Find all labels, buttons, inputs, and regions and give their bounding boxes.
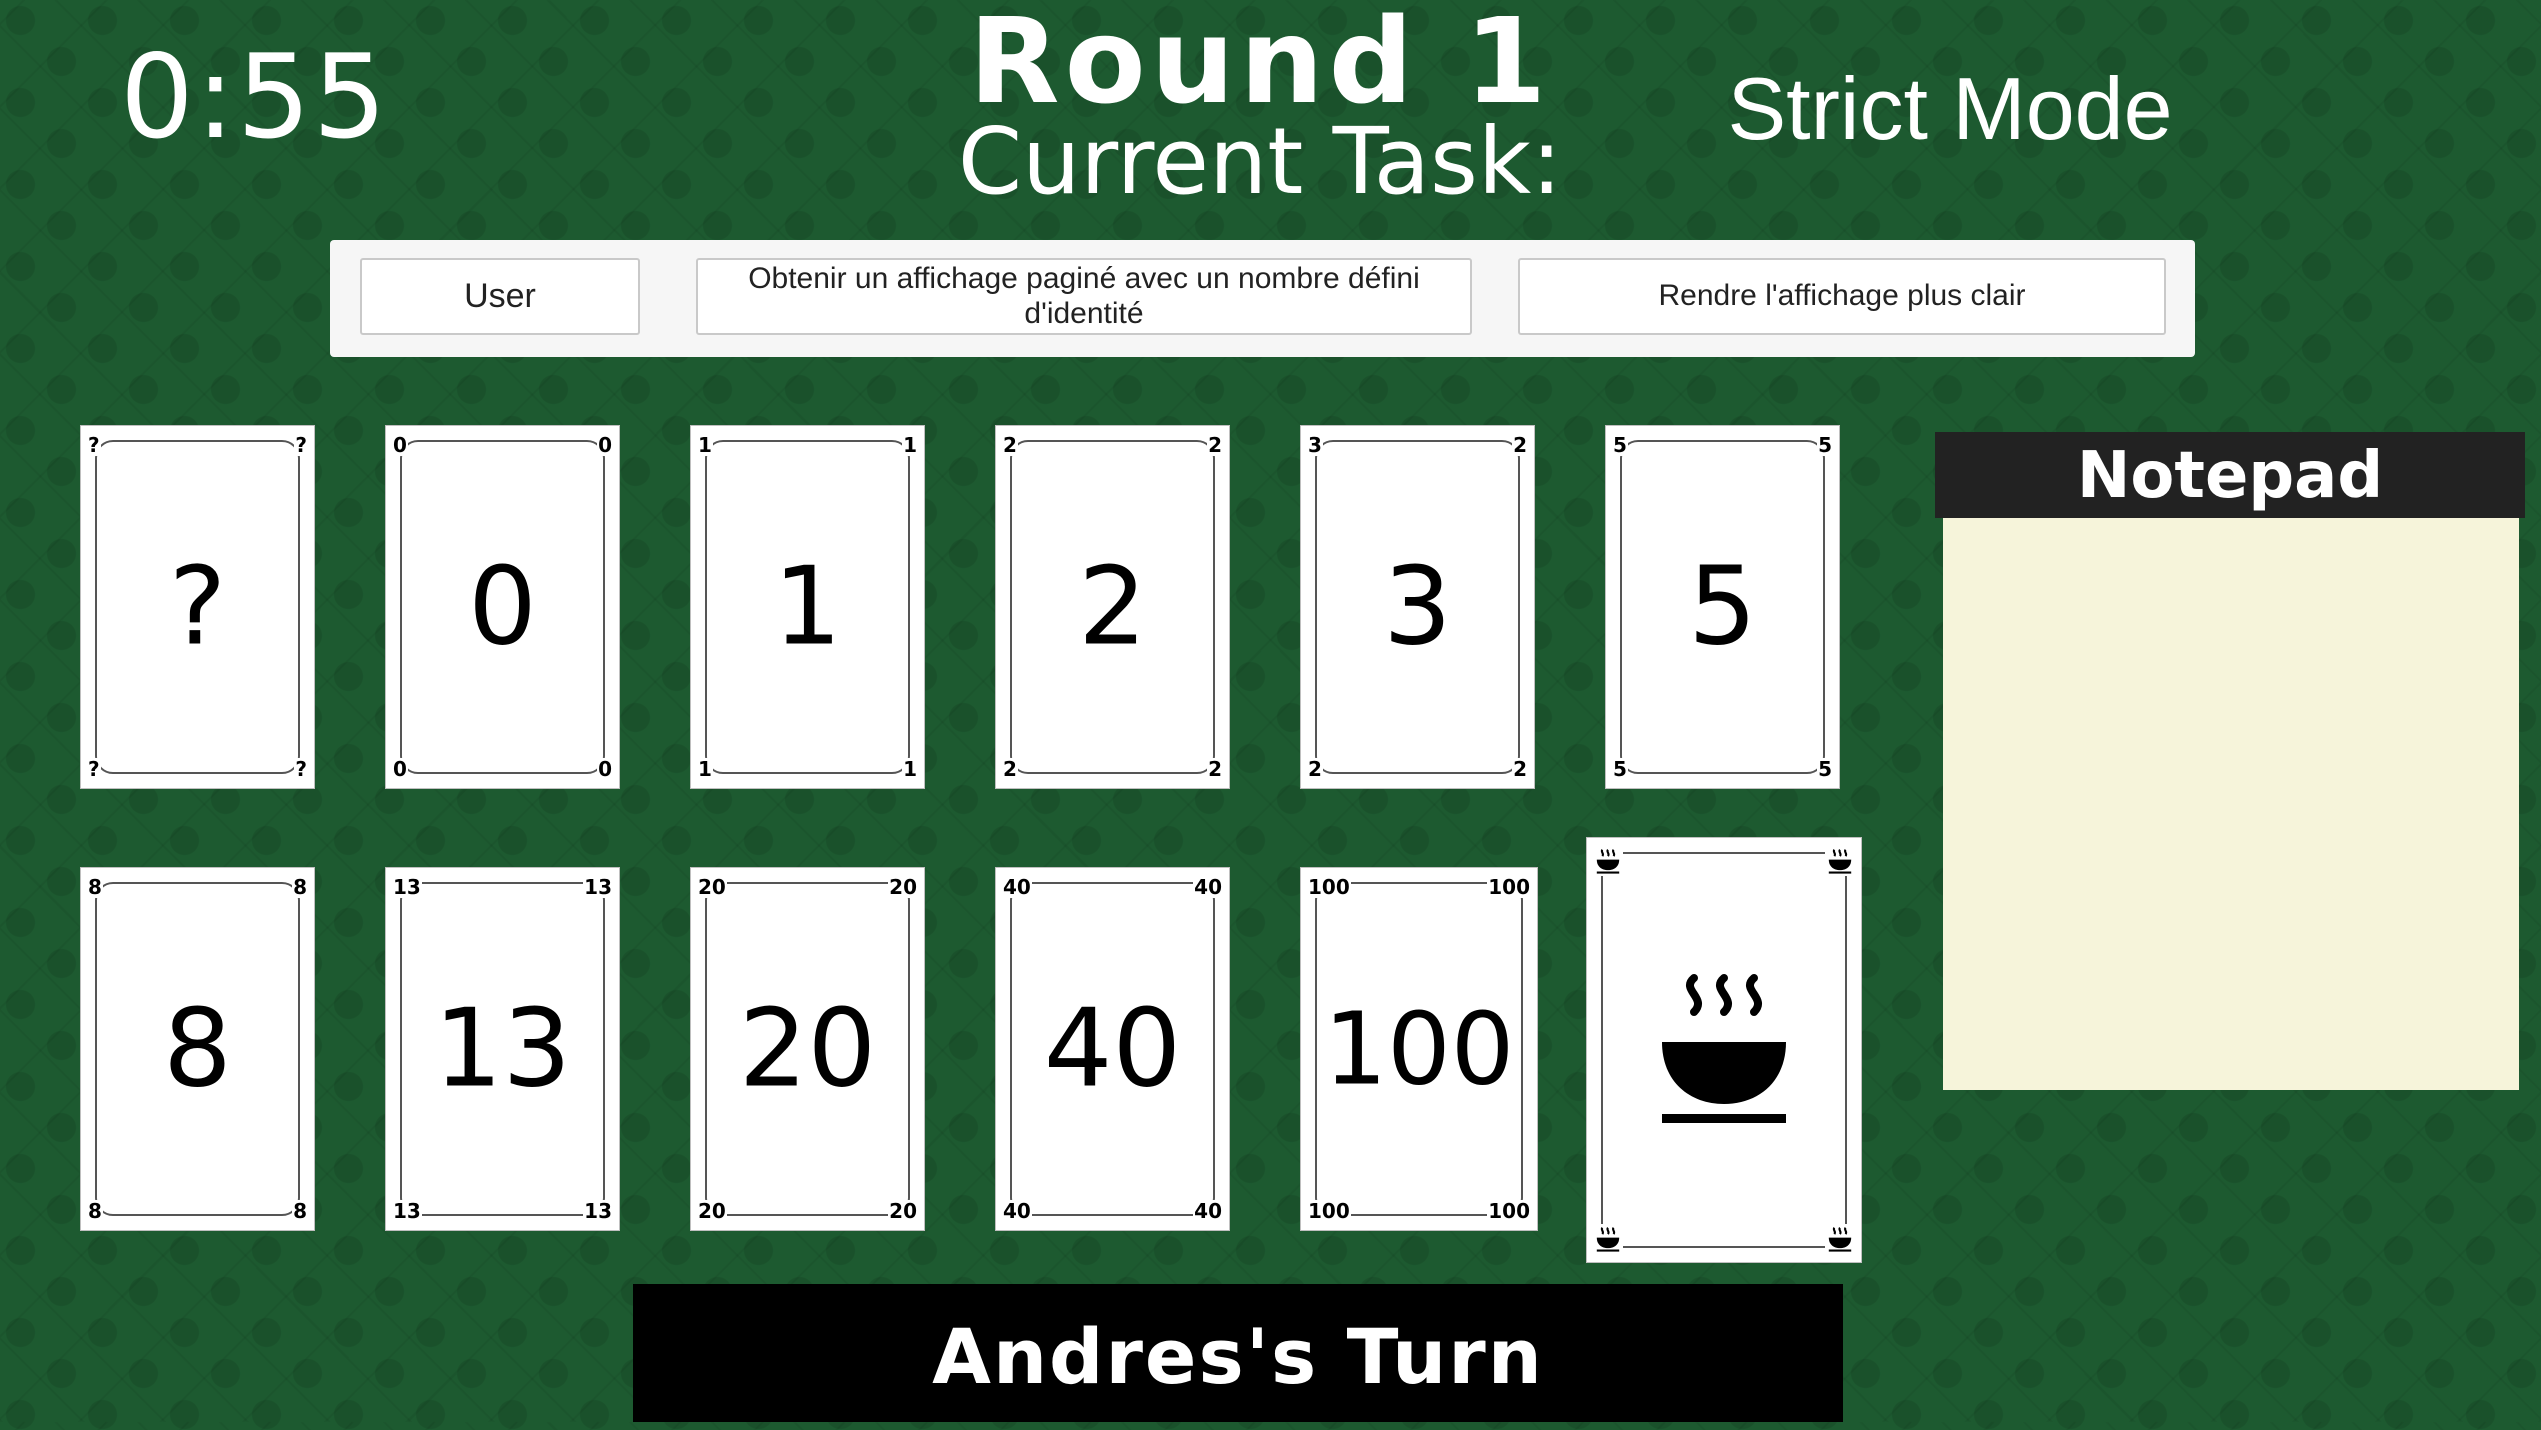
card-value: 2 [1078, 544, 1147, 670]
card-corner: 2 [1512, 433, 1528, 457]
task-description-field: Obtenir un affichage paginé avec un nomb… [696, 258, 1472, 335]
card-13[interactable]: 13 13 13 13 13 [385, 867, 620, 1231]
coffee-cup-icon [1593, 1224, 1623, 1254]
card-corner: 13 [392, 1199, 422, 1223]
card-corner: 2 [1207, 757, 1223, 781]
card-corner: ? [87, 757, 101, 781]
task-user-field: User [360, 258, 640, 335]
card-coffee-break[interactable] [1586, 837, 1862, 1263]
card-value: 5 [1688, 544, 1757, 670]
card-5[interactable]: 5 5 5 5 5 [1605, 425, 1840, 789]
card-question[interactable]: ? ? ? ? ? [80, 425, 315, 789]
card-value: 0 [468, 544, 537, 670]
card-corner: ? [87, 433, 101, 457]
card-value: 1 [773, 544, 842, 670]
card-value: 100 [1323, 990, 1515, 1108]
card-corner: 100 [1487, 875, 1531, 899]
card-corner: 1 [902, 757, 918, 781]
card-corner: 3 [1307, 433, 1323, 457]
coffee-cup-icon [1825, 1224, 1855, 1254]
notepad-title: Notepad [1935, 432, 2525, 518]
card-value: ? [168, 544, 227, 670]
task-goal-field: Rendre l'affichage plus clair [1518, 258, 2166, 335]
card-corner: 0 [597, 433, 613, 457]
card-corner: 100 [1307, 875, 1351, 899]
card-100[interactable]: 100 100 100 100 100 [1300, 867, 1538, 1231]
card-value: 20 [738, 986, 877, 1112]
task-bar: User Obtenir un affichage paginé avec un… [330, 240, 2195, 357]
card-corner: 2 [1207, 433, 1223, 457]
card-corner: 0 [597, 757, 613, 781]
coffee-cup-icon [1825, 846, 1855, 876]
card-corner: ? [294, 757, 308, 781]
current-task-label: Current Task: [957, 108, 1563, 215]
card-corner: 0 [392, 757, 408, 781]
coffee-cup-icon [1587, 970, 1861, 1130]
card-3[interactable]: 3 2 2 2 3 [1300, 425, 1535, 789]
card-corner: 2 [1002, 757, 1018, 781]
card-corner: 1 [697, 757, 713, 781]
card-corner: 5 [1612, 757, 1628, 781]
mode-label: Strict Mode [1727, 59, 2173, 158]
card-corner: 8 [292, 875, 308, 899]
card-corner: 5 [1817, 433, 1833, 457]
card-value: 8 [163, 986, 232, 1112]
card-corner: 13 [583, 875, 613, 899]
notepad-textarea[interactable] [1943, 518, 2519, 1090]
card-corner: 20 [888, 875, 918, 899]
coffee-cup-icon [1593, 846, 1623, 876]
card-corner: 1 [902, 433, 918, 457]
card-corner: 2 [1512, 757, 1528, 781]
card-corner: 100 [1307, 1199, 1351, 1223]
card-corner: 40 [1193, 1199, 1223, 1223]
card-corner: 8 [87, 875, 103, 899]
card-0[interactable]: 0 0 0 0 0 [385, 425, 620, 789]
card-value: 3 [1383, 544, 1452, 670]
card-corner: 2 [1307, 757, 1323, 781]
card-corner: 13 [583, 1199, 613, 1223]
card-corner: 13 [392, 875, 422, 899]
card-corner: 5 [1817, 757, 1833, 781]
card-corner: 20 [697, 875, 727, 899]
card-corner: 1 [697, 433, 713, 457]
card-corner: 40 [1002, 1199, 1032, 1223]
card-corner: 5 [1612, 433, 1628, 457]
card-value: 40 [1043, 986, 1182, 1112]
card-corner: 0 [392, 433, 408, 457]
card-corner: 8 [87, 1199, 103, 1223]
card-corner: 20 [888, 1199, 918, 1223]
card-corner: 40 [1002, 875, 1032, 899]
card-corner: 8 [292, 1199, 308, 1223]
card-corner: 100 [1487, 1199, 1531, 1223]
round-timer: 0:55 [120, 30, 389, 165]
card-corner: 20 [697, 1199, 727, 1223]
card-value: 13 [433, 986, 572, 1112]
card-corner: ? [294, 433, 308, 457]
turn-banner: Andres's Turn [633, 1284, 1843, 1422]
card-20[interactable]: 20 20 20 20 20 [690, 867, 925, 1231]
card-2[interactable]: 2 2 2 2 2 [995, 425, 1230, 789]
card-8[interactable]: 8 8 8 8 8 [80, 867, 315, 1231]
card-corner: 40 [1193, 875, 1223, 899]
notepad: Notepad [1935, 432, 2525, 1090]
card-40[interactable]: 40 40 40 40 40 [995, 867, 1230, 1231]
card-1[interactable]: 1 1 1 1 1 [690, 425, 925, 789]
card-corner: 2 [1002, 433, 1018, 457]
